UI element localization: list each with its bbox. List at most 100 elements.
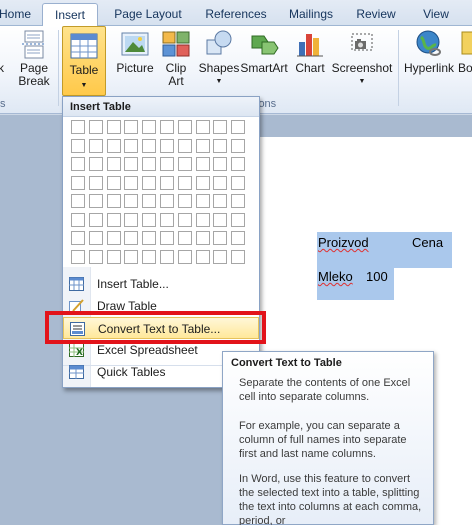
- table-grid-cell[interactable]: [142, 194, 157, 208]
- table-grid-cell[interactable]: [71, 157, 85, 171]
- table-grid-cell[interactable]: [160, 120, 174, 134]
- table-grid-cell[interactable]: [213, 138, 228, 153]
- tab-home[interactable]: Home: [0, 5, 32, 26]
- table-grid-cell[interactable]: [124, 194, 139, 208]
- table-grid-cell[interactable]: [124, 138, 139, 153]
- tab-insert[interactable]: Insert: [42, 3, 98, 27]
- table-grid-cell[interactable]: [231, 175, 246, 190]
- table-grid-cell[interactable]: [213, 157, 228, 171]
- table-grid-cell[interactable]: [160, 194, 174, 208]
- table-grid-cell[interactable]: [71, 138, 85, 153]
- tab-page-layout[interactable]: Page Layout: [106, 5, 190, 26]
- table-grid-cell[interactable]: [195, 249, 210, 264]
- table-grid-cell[interactable]: [195, 138, 210, 153]
- table-grid-cell[interactable]: [177, 212, 192, 227]
- table-grid-cell[interactable]: [177, 157, 192, 171]
- table-grid-cell[interactable]: [106, 138, 121, 153]
- table-grid-cell[interactable]: [231, 231, 246, 245]
- clip-art-button[interactable]: Clip Art: [160, 28, 192, 88]
- table-grid-cell[interactable]: [124, 175, 139, 190]
- table-grid-cell[interactable]: [160, 231, 174, 245]
- table-grid-cell[interactable]: [177, 194, 192, 208]
- table-grid-cell[interactable]: [213, 249, 228, 264]
- table-grid-cell[interactable]: [124, 157, 139, 171]
- table-grid-cell[interactable]: [213, 175, 228, 190]
- tab-view[interactable]: View: [414, 5, 458, 26]
- table-grid-cell[interactable]: [106, 194, 121, 208]
- table-grid-cell[interactable]: [142, 120, 157, 134]
- table-grid-cell[interactable]: [71, 249, 85, 264]
- table-grid-cell[interactable]: [124, 120, 139, 134]
- table-grid-cell[interactable]: [88, 194, 103, 208]
- table-grid-cell[interactable]: [106, 175, 121, 190]
- table-grid-cell[interactable]: [195, 212, 210, 227]
- menu-item-insert-table[interactable]: Insert Table...: [63, 273, 259, 295]
- table-grid-cell[interactable]: [71, 212, 85, 227]
- table-grid-cell[interactable]: [88, 157, 103, 171]
- table-grid-cell[interactable]: [177, 231, 192, 245]
- table-grid-cell[interactable]: [88, 138, 103, 153]
- table-grid-cell[interactable]: [142, 212, 157, 227]
- table-grid-cell[interactable]: [142, 138, 157, 153]
- table-grid-cell[interactable]: [88, 249, 103, 264]
- table-grid-cell[interactable]: [213, 212, 228, 227]
- table-grid-cell[interactable]: [88, 120, 103, 134]
- table-grid-cell[interactable]: [124, 249, 139, 264]
- table-grid-cell[interactable]: [213, 194, 228, 208]
- table-grid-cell[interactable]: [195, 157, 210, 171]
- table-grid-cell[interactable]: [88, 212, 103, 227]
- table-grid-cell[interactable]: [142, 249, 157, 264]
- table-grid-cell[interactable]: [106, 231, 121, 245]
- table-grid-cell[interactable]: [106, 157, 121, 171]
- screenshot-button[interactable]: Screenshot ▼: [330, 28, 394, 88]
- table-grid-cell[interactable]: [160, 157, 174, 171]
- tab-review[interactable]: Review: [350, 5, 402, 26]
- table-grid-cell[interactable]: [177, 175, 192, 190]
- table-grid-cell[interactable]: [160, 249, 174, 264]
- table-grid-cell[interactable]: [177, 120, 192, 134]
- table-grid-cell[interactable]: [213, 120, 228, 134]
- table-grid-cell[interactable]: [106, 120, 121, 134]
- table-grid-cell[interactable]: [231, 120, 246, 134]
- table-grid-cell[interactable]: [195, 194, 210, 208]
- table-grid-cell[interactable]: [160, 175, 174, 190]
- table-grid-cell[interactable]: [71, 194, 85, 208]
- table-grid-cell[interactable]: [106, 212, 121, 227]
- table-grid-cell[interactable]: [88, 231, 103, 245]
- table-grid-cell[interactable]: [231, 138, 246, 153]
- table-grid-cell[interactable]: [177, 249, 192, 264]
- bookmark-button[interactable]: Bo: [458, 28, 472, 75]
- table-grid-cell[interactable]: [106, 249, 121, 264]
- tab-references[interactable]: References: [196, 5, 276, 26]
- table-grid-cell[interactable]: [71, 175, 85, 190]
- table-grid-cell[interactable]: [195, 120, 210, 134]
- table-grid-cell[interactable]: [231, 157, 246, 171]
- table-grid-cell[interactable]: [195, 175, 210, 190]
- insert-table-grid[interactable]: [68, 117, 256, 267]
- blank-page-button[interactable]: k: [0, 28, 8, 75]
- table-grid-cell[interactable]: [177, 138, 192, 153]
- hyperlink-button[interactable]: Hyperlink: [402, 28, 456, 75]
- table-grid-cell[interactable]: [124, 231, 139, 245]
- table-grid-cell[interactable]: [88, 175, 103, 190]
- table-grid-cell[interactable]: [142, 157, 157, 171]
- table-grid-cell[interactable]: [71, 231, 85, 245]
- table-grid-cell[interactable]: [71, 120, 85, 134]
- table-grid-cell[interactable]: [142, 175, 157, 190]
- table-grid-cell[interactable]: [195, 231, 210, 245]
- table-grid-cell[interactable]: [160, 138, 174, 153]
- table-button[interactable]: Table ▼: [62, 26, 106, 96]
- table-grid-cell[interactable]: [231, 249, 246, 264]
- smartart-button[interactable]: SmartArt: [240, 28, 288, 75]
- table-grid-cell[interactable]: [213, 231, 228, 245]
- table-grid-cell[interactable]: [142, 231, 157, 245]
- table-grid-cell[interactable]: [160, 212, 174, 227]
- table-grid-cell[interactable]: [231, 212, 246, 227]
- table-grid-cell[interactable]: [231, 194, 246, 208]
- picture-button[interactable]: Picture: [114, 28, 156, 75]
- shapes-button[interactable]: Shapes ▼: [198, 28, 240, 88]
- tab-mailings[interactable]: Mailings: [280, 5, 342, 26]
- page-break-button[interactable]: Page Break: [14, 28, 54, 88]
- chart-button[interactable]: Chart: [292, 28, 328, 75]
- table-grid-cell[interactable]: [124, 212, 139, 227]
